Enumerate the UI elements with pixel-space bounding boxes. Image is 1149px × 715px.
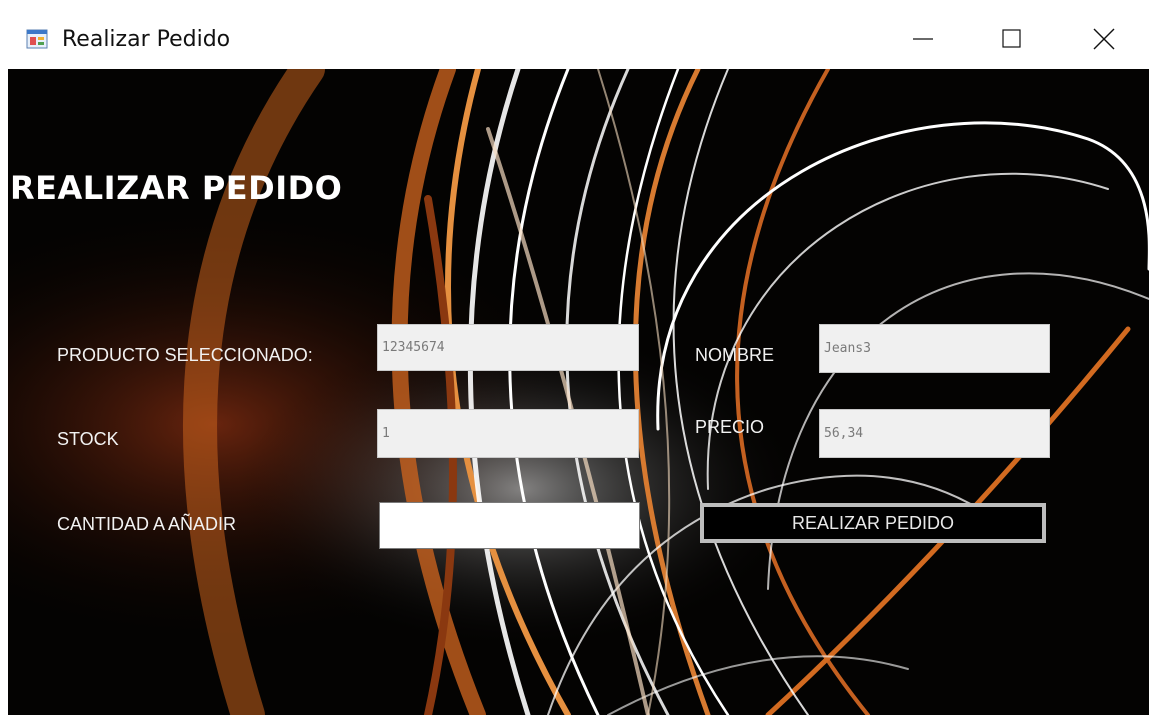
app-form-icon — [26, 29, 48, 49]
window-title: Realizar Pedido — [62, 27, 231, 52]
nombre-label: NOMBRE — [695, 345, 775, 365]
window-titlebar: Realizar Pedido — [0, 0, 1149, 69]
stock-label: STOCK — [57, 429, 119, 449]
form-client-area: REALIZAR PEDIDO PRODUCTO SELECCIONADO: N… — [8, 69, 1149, 715]
cantidad-input[interactable] — [379, 502, 640, 549]
producto-label: PRODUCTO SELECCIONADO: — [57, 345, 313, 365]
light-streaks-background — [8, 69, 1149, 715]
close-icon — [1093, 28, 1115, 50]
cantidad-label: CANTIDAD A AÑADIR — [57, 514, 237, 534]
nombre-field[interactable] — [819, 324, 1050, 373]
minimize-icon — [913, 38, 933, 40]
page-title: REALIZAR PEDIDO — [10, 169, 343, 207]
producto-field[interactable] — [377, 324, 639, 371]
precio-label: PRECIO — [695, 417, 765, 437]
realizar-pedido-button[interactable]: REALIZAR PEDIDO — [700, 503, 1046, 543]
maximize-icon — [1002, 29, 1021, 48]
minimize-button[interactable] — [893, 16, 953, 62]
precio-field[interactable] — [819, 409, 1050, 458]
maximize-button[interactable] — [982, 16, 1042, 62]
close-button[interactable] — [1074, 16, 1134, 62]
stock-field[interactable] — [377, 409, 639, 458]
